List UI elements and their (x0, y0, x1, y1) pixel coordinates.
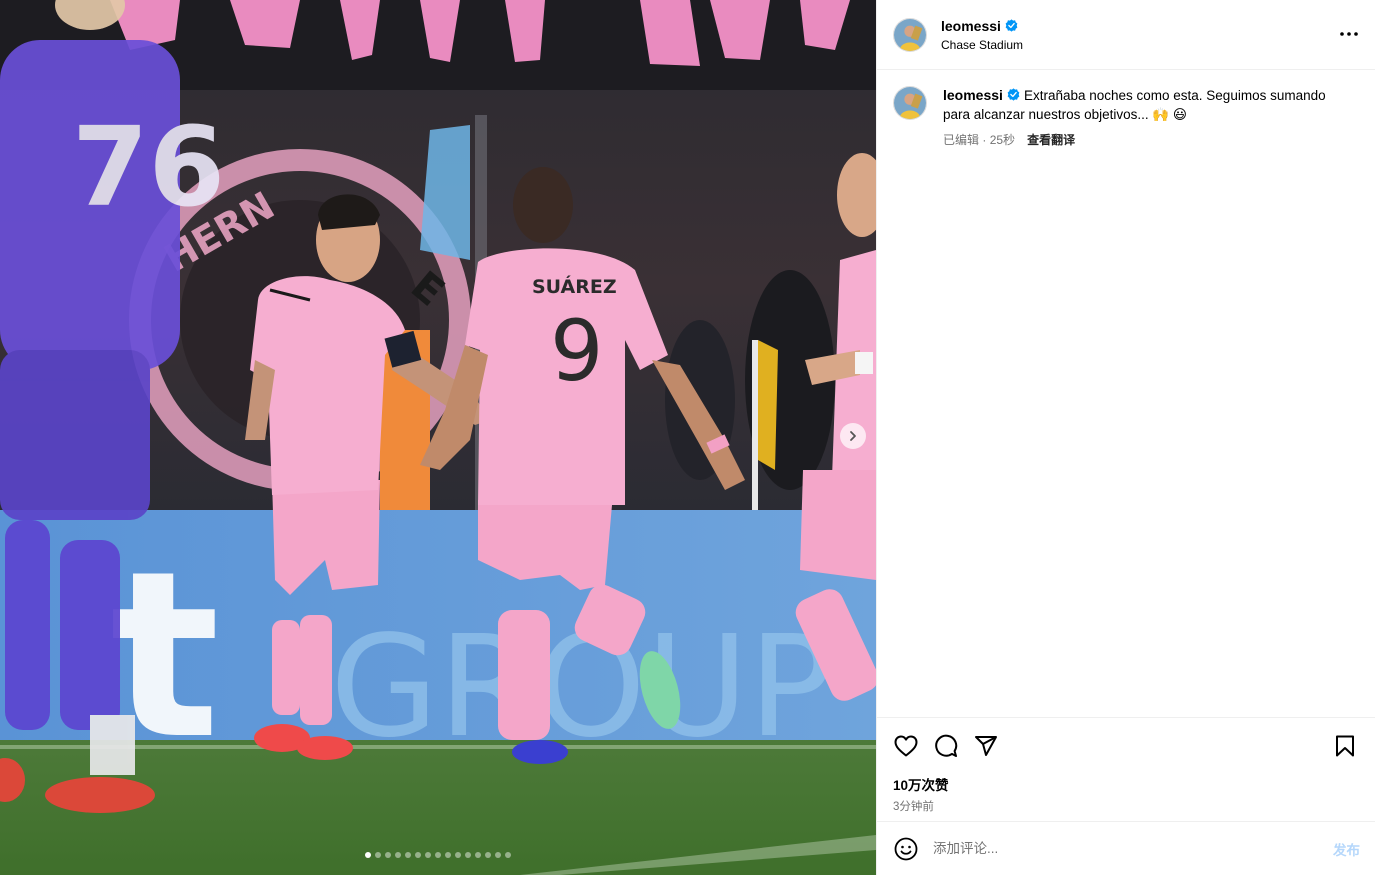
save-button[interactable] (1332, 733, 1358, 759)
verified-badge-icon (1007, 88, 1020, 101)
profile-picture (894, 87, 926, 119)
caption-username[interactable]: leomessi (943, 87, 1003, 103)
more-options-button[interactable] (1337, 24, 1361, 44)
carousel-dot (465, 852, 471, 858)
carousel-dot (405, 852, 411, 858)
post-actions: 10万次赞 3分钟前 (877, 717, 1375, 821)
carousel-dot (445, 852, 451, 858)
caption-time: 25秒 (989, 133, 1016, 147)
carousel-indicator (0, 852, 876, 858)
emoji-icon (894, 837, 918, 860)
posted-time: 3分钟前 (893, 801, 934, 813)
post-media[interactable]: HERN E t GROUP 76 SUÁREZ 9 (0, 0, 876, 875)
carousel-dot (435, 852, 441, 858)
carousel-next-button[interactable] (840, 423, 866, 449)
heart-icon (894, 735, 918, 757)
post-header: leomessi Chase Stadium (877, 0, 1375, 70)
edited-label: 已编辑 (943, 133, 980, 147)
avatar[interactable] (893, 17, 927, 52)
carousel-dot (425, 852, 431, 858)
location-link[interactable]: Chase Stadium (941, 38, 1023, 52)
username[interactable]: leomessi (941, 18, 1001, 34)
see-translation-link[interactable]: 查看翻译 (1027, 131, 1075, 150)
post-side-panel: leomessi Chase Stadium leomessi Extrañab… (876, 0, 1375, 875)
carousel-dot (485, 852, 491, 858)
caption-avatar[interactable] (893, 86, 927, 120)
meta-separator: · (982, 133, 987, 147)
carousel-dot (455, 852, 461, 858)
carousel-dot (375, 852, 381, 858)
comment-input[interactable] (933, 841, 1325, 856)
post-photo: HERN E t GROUP 76 SUÁREZ 9 (0, 0, 876, 875)
comment-form: 发布 (877, 821, 1375, 875)
like-button[interactable] (893, 733, 919, 759)
goalkeeper-number: 76 (72, 103, 225, 231)
comment-bubble-icon (935, 734, 958, 757)
carousel-dot (395, 852, 401, 858)
likes-count[interactable]: 10万次赞 (877, 760, 1375, 794)
suarez-number: 9 (550, 302, 603, 400)
carousel-dot (505, 852, 511, 858)
share-button[interactable] (973, 733, 999, 759)
carousel-dot (475, 852, 481, 858)
carousel-dot (495, 852, 501, 858)
caption-block: leomessi Extrañaba noches como esta. Seg… (877, 70, 1375, 150)
carousel-dot (415, 852, 421, 858)
carousel-dot (365, 852, 371, 858)
emoji-button[interactable] (893, 836, 919, 862)
bookmark-icon (1336, 735, 1354, 757)
more-options-icon (1340, 32, 1358, 36)
paper-plane-icon (975, 736, 997, 756)
carousel-dot (385, 852, 391, 858)
post-comment-button[interactable]: 发布 (1333, 839, 1360, 859)
comment-button[interactable] (933, 733, 959, 759)
chevron-right-icon (850, 431, 856, 441)
verified-badge-icon (1005, 19, 1018, 32)
suarez-name: SUÁREZ (532, 275, 617, 298)
profile-picture (894, 18, 926, 51)
